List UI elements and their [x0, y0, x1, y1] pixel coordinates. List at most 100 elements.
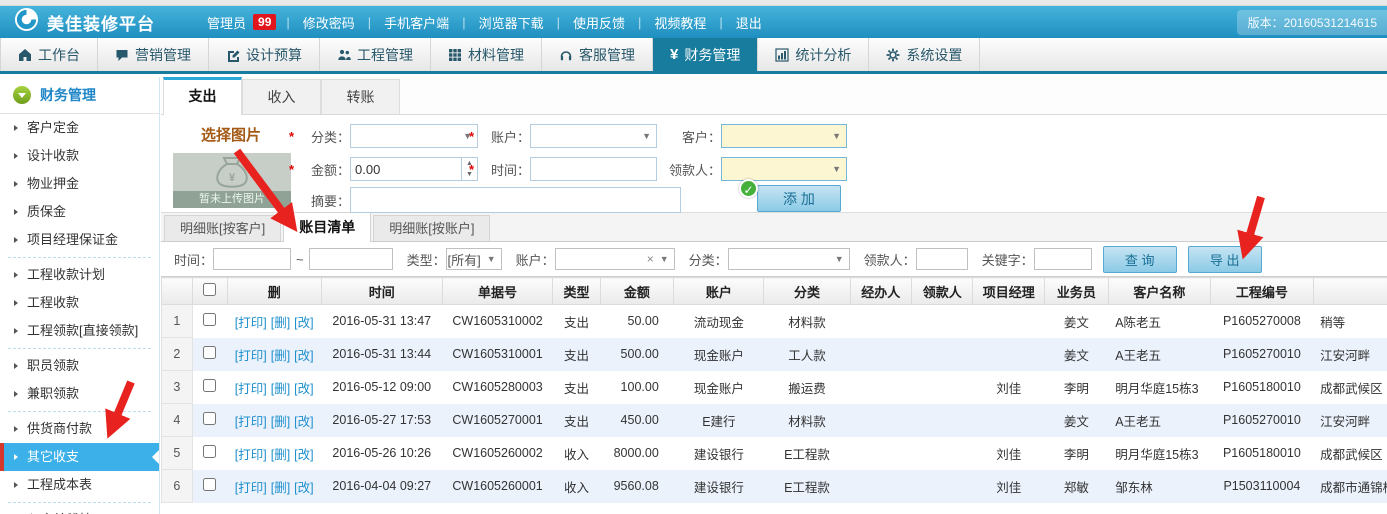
sidebar-item-staff-withdraw[interactable]: 职员领款 — [0, 352, 159, 380]
row-checkbox[interactable] — [203, 346, 216, 359]
edit-link[interactable]: [改] — [294, 481, 313, 495]
cell-doc-number[interactable]: CW1605310001 — [442, 338, 553, 371]
video-tutorial-link[interactable]: 视频教程 — [641, 13, 719, 32]
mobile-client-link[interactable]: 手机客户端 — [371, 13, 462, 32]
print-link[interactable]: [打印] — [235, 481, 267, 495]
sidebar-item-warranty-fund[interactable]: 质保金 — [0, 198, 159, 226]
nav-tab-statistics[interactable]: 统计分析 — [758, 38, 869, 71]
category-select[interactable]: ▼ — [350, 124, 478, 148]
sidebar-item-property-deposit[interactable]: 物业押金 — [0, 170, 159, 198]
sidebar-item-other-income-expense[interactable]: 其它收支 — [0, 443, 159, 471]
sidebar-item-parttime-withdraw[interactable]: 兼职领款 — [0, 380, 159, 408]
keyword-input[interactable] — [1034, 248, 1092, 270]
time-input[interactable] — [530, 157, 657, 181]
search-button[interactable]: 查 询 — [1103, 246, 1177, 273]
notification-badge[interactable]: 99 — [253, 14, 276, 30]
sidebar-item-customer-deposit[interactable]: 客户定金 — [0, 114, 159, 142]
nav-tab-system-settings[interactable]: 系统设置 — [869, 38, 980, 71]
print-link[interactable]: [打印] — [235, 382, 267, 396]
cell-category: 材料款 — [764, 305, 850, 338]
select-all-checkbox[interactable] — [203, 283, 216, 296]
payee-select[interactable]: ▼ — [721, 157, 847, 181]
summary-input[interactable] — [350, 187, 681, 213]
row-checkbox[interactable] — [203, 313, 216, 326]
required-marker: * — [289, 129, 298, 144]
cell-doc-number[interactable]: CW1605270001 — [442, 404, 553, 437]
edit-link[interactable]: [改] — [294, 382, 313, 396]
edit-link[interactable]: [改] — [294, 349, 313, 363]
sidebar-header[interactable]: 财务管理 — [0, 77, 159, 114]
row-checkbox[interactable] — [203, 412, 216, 425]
delete-link[interactable]: [删] — [271, 382, 290, 396]
nav-tab-material-management[interactable]: 材料管理 — [431, 38, 542, 71]
cell-payee — [911, 437, 972, 470]
logout-link[interactable]: 退出 — [723, 13, 775, 32]
delete-link[interactable]: [删] — [271, 349, 290, 363]
sidebar-item-project-payment-plan[interactable]: 工程收款计划 — [0, 261, 159, 289]
nav-tab-workbench[interactable]: 工作台 — [0, 38, 98, 71]
sidebar-item-project-withdraw-direct[interactable]: 工程领款[直接领款] — [0, 317, 159, 345]
print-link[interactable]: [打印] — [235, 448, 267, 462]
nav-tab-marketing[interactable]: 营销管理 — [98, 38, 209, 71]
subtab-detail-by-account[interactable]: 明细账[按账户] — [373, 215, 490, 241]
delete-link[interactable]: [删] — [271, 481, 290, 495]
amount-input[interactable]: 0.00 — [350, 157, 462, 181]
nav-tab-finance-management[interactable]: ¥ 财务管理 — [653, 38, 758, 71]
payee-filter-input[interactable] — [916, 248, 968, 270]
nav-tab-project-management[interactable]: 工程管理 — [320, 38, 431, 71]
cell-doc-number[interactable]: CW1605260001 — [442, 470, 553, 503]
tab-income[interactable]: 收入 — [242, 79, 321, 114]
delete-link[interactable]: [删] — [271, 448, 290, 462]
clear-icon[interactable]: × — [647, 252, 654, 266]
cell-customer-name: 明月华庭15栋3 — [1108, 371, 1210, 404]
cell-doc-number[interactable]: CW1605260002 — [442, 437, 553, 470]
account-combo[interactable]: ×▼ — [555, 248, 675, 270]
chevron-down-icon: ▼ — [642, 131, 651, 141]
category-label: 分类： — [298, 127, 350, 146]
cell-project-address: 成都武候区 — [1313, 437, 1387, 470]
feedback-link[interactable]: 使用反馈 — [560, 13, 638, 32]
subtab-account-list[interactable]: 账目清单 — [283, 212, 371, 242]
edit-link[interactable]: [改] — [294, 415, 313, 429]
date-from-input[interactable] — [213, 248, 291, 270]
print-link[interactable]: [打印] — [235, 316, 267, 330]
delete-link[interactable]: [删] — [271, 316, 290, 330]
subtab-detail-by-customer[interactable]: 明细账[按客户] — [164, 215, 281, 241]
sidebar-item-supplier-payment[interactable]: 供货商付款 — [0, 415, 159, 443]
category-filter-select[interactable]: ▼ — [728, 248, 850, 270]
sidebar-item-design-payment[interactable]: 设计收款 — [0, 142, 159, 170]
print-link[interactable]: [打印] — [235, 415, 267, 429]
row-checkbox[interactable] — [203, 478, 216, 491]
delete-link[interactable]: [删] — [271, 415, 290, 429]
cell-doc-number[interactable]: CW1605280003 — [442, 371, 553, 404]
row-checkbox[interactable] — [203, 379, 216, 392]
export-button[interactable]: 导 出 — [1188, 246, 1262, 273]
choose-image-label[interactable]: 选择图片 — [201, 124, 261, 145]
table-row: 3 [打印][删][改] 2016-05-12 09:00 CW16052800… — [162, 371, 1387, 404]
change-password-link[interactable]: 修改密码 — [290, 13, 368, 32]
cell-doc-number[interactable]: CW1605310002 — [442, 305, 553, 338]
print-link[interactable]: [打印] — [235, 349, 267, 363]
tab-expense[interactable]: 支出 — [163, 77, 242, 115]
cell-amount: 500.00 — [600, 338, 674, 371]
add-button[interactable]: 添 加 — [757, 185, 841, 212]
date-to-input[interactable] — [309, 248, 393, 270]
customer-select[interactable]: ▼ — [721, 124, 847, 148]
tab-transfer[interactable]: 转账 — [321, 79, 400, 114]
browser-download-link[interactable]: 浏览器下载 — [466, 13, 557, 32]
sidebar-item-project-receipts[interactable]: 工程收款 — [0, 289, 159, 317]
edit-link[interactable]: [改] — [294, 316, 313, 330]
image-upload-placeholder[interactable]: ¥ 暂未上传图片 — [173, 153, 291, 208]
sidebar-item-inbound-audit[interactable]: 入库单稽核 — [0, 506, 159, 514]
nav-tab-customer-service[interactable]: 客服管理 — [542, 38, 653, 71]
cell-account: 现金账户 — [674, 371, 764, 404]
edit-link[interactable]: [改] — [294, 448, 313, 462]
cell-project-number: P1605180010 — [1211, 371, 1313, 404]
row-checkbox[interactable] — [203, 445, 216, 458]
nav-tab-design-budget[interactable]: 设计预算 — [209, 38, 320, 71]
cell-amount: 9560.08 — [600, 470, 674, 503]
sidebar-item-pm-guarantee[interactable]: 项目经理保证金 — [0, 226, 159, 254]
type-select[interactable]: [所有]▼ — [446, 248, 502, 270]
account-select[interactable]: ▼ — [530, 124, 657, 148]
sidebar-item-project-cost-table[interactable]: 工程成本表 — [0, 471, 159, 499]
